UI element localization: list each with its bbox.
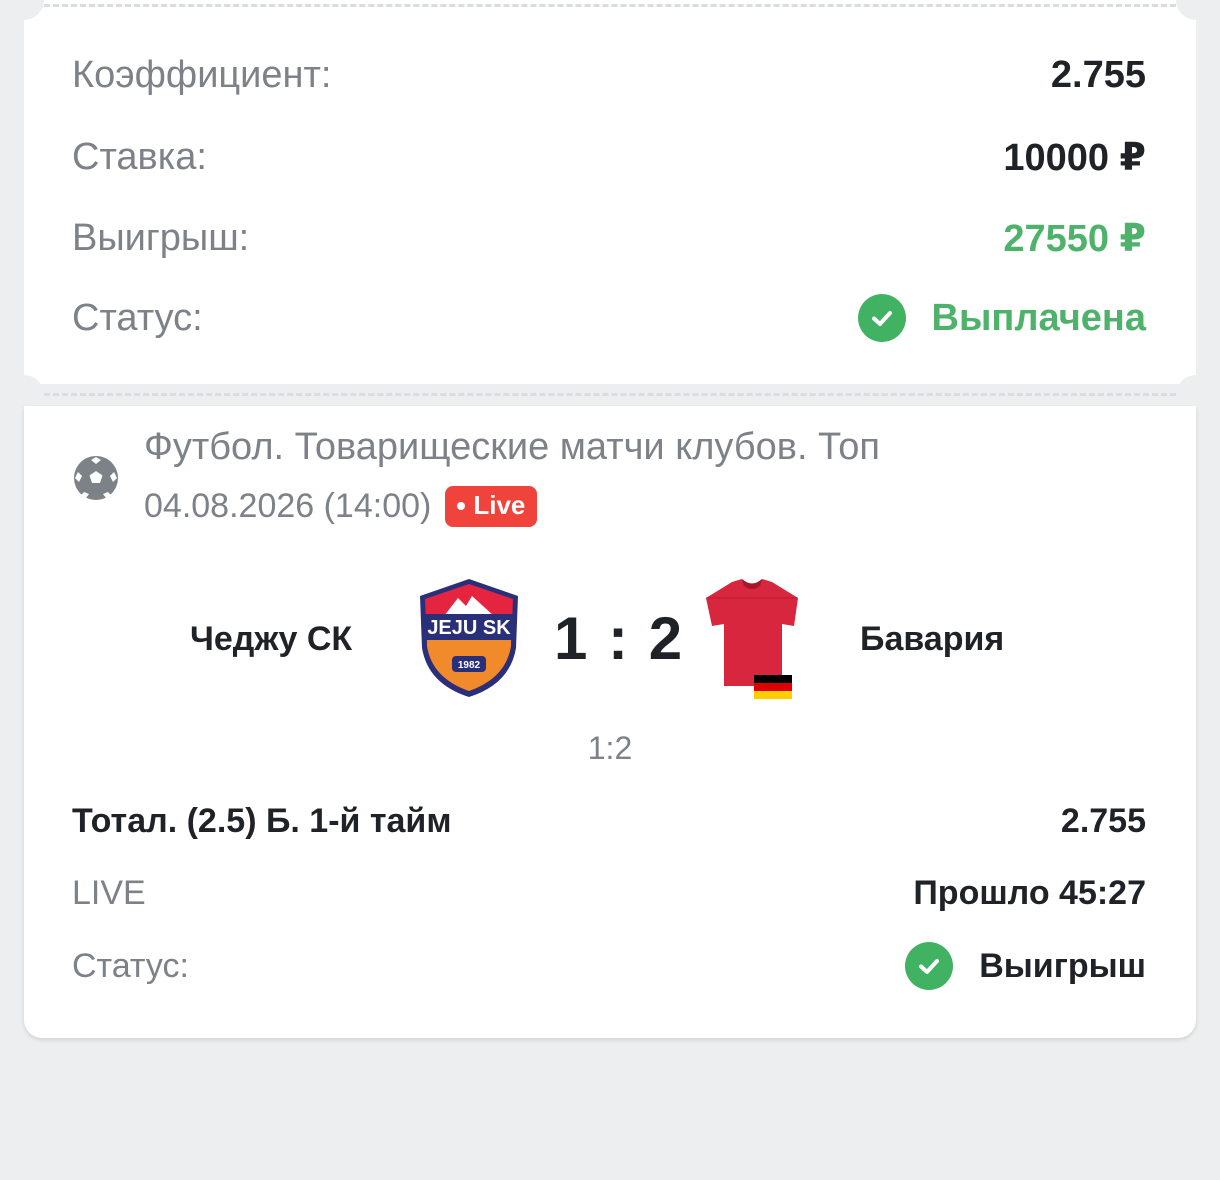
bet-mode-label: LIVE <box>72 874 146 912</box>
stake-value: 10000 ₽ <box>1003 137 1146 179</box>
live-badge-label: Live <box>473 490 526 520</box>
bet-mode-row: LIVE Прошло 45:27 <box>72 874 1146 913</box>
home-logo-year: 1982 <box>458 660 481 671</box>
ticket-divider <box>44 4 1176 7</box>
stake-row: Ставка: 10000 ₽ <box>72 135 1146 180</box>
bet-odds: 2.755 <box>1060 802 1146 840</box>
ticket-divider <box>44 393 1176 396</box>
event-datetime-row: 04.08.2026 (14:00) Live <box>144 486 538 527</box>
check-circle-icon <box>905 942 954 990</box>
live-dot-icon <box>457 501 466 510</box>
payout-status: Выплачена <box>857 294 1146 342</box>
live-badge: Live <box>445 486 538 527</box>
bet-status-row: Статус: Выигрыш <box>72 942 1146 990</box>
germany-flag-icon <box>754 675 792 699</box>
check-circle-icon <box>857 294 906 342</box>
match-score: 1 : 2 <box>554 605 685 672</box>
win-label: Выигрыш: <box>72 217 250 259</box>
league-title: Футбол. Товарищеские матчи клубов. Топ <box>144 426 881 468</box>
coefficient-value: 2.755 <box>1050 54 1146 96</box>
bet-market: Тотал. (2.5) Б. 1-й тайм <box>72 802 452 840</box>
payout-status-value: Выплачена <box>931 296 1146 339</box>
stake-label: Ставка: <box>72 136 207 178</box>
win-row: Выигрыш: 27550 ₽ <box>72 216 1146 261</box>
bet-market-row: Тотал. (2.5) Б. 1-й тайм 2.755 <box>72 802 1146 841</box>
event-datetime: 04.08.2026 (14:00) <box>144 487 432 525</box>
away-team-name: Бавария <box>860 620 1005 658</box>
half-time-score: 1:2 <box>587 730 633 766</box>
coefficient-label: Коэффициент: <box>72 54 332 96</box>
win-value: 27550 ₽ <box>1003 218 1146 260</box>
home-logo-text: JEJU SK <box>427 617 511 639</box>
bet-elapsed: Прошло 45:27 <box>913 874 1146 912</box>
home-team-name: Чеджу СК <box>190 620 353 658</box>
home-team-logo: JEJU SK 1982 <box>414 576 524 700</box>
payout-status-row: Статус: Выплачена <box>72 294 1146 342</box>
bet-status-value: Выигрыш <box>979 946 1146 985</box>
soccer-ball-icon <box>72 454 120 502</box>
payout-status-label: Статус: <box>72 296 203 339</box>
bet-status-label: Статус: <box>72 946 189 985</box>
coefficient-row: Коэффициент: 2.755 <box>72 54 1146 97</box>
bet-status: Выигрыш <box>905 942 1146 990</box>
